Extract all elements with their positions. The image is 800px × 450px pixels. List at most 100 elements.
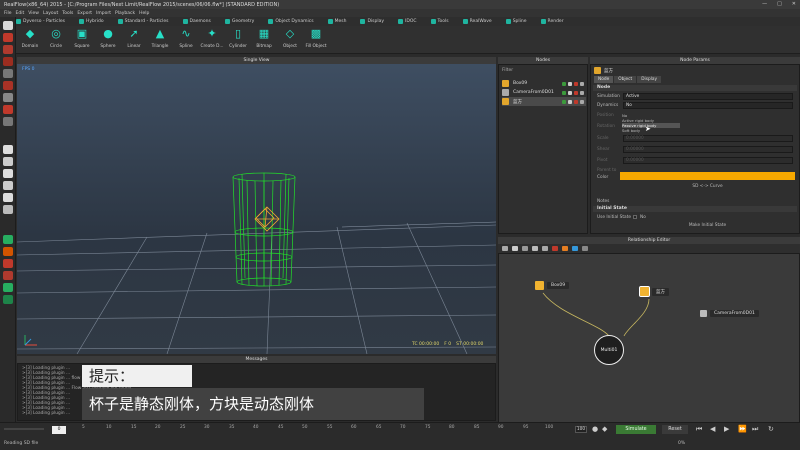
tab-spline[interactable]: Spline	[505, 19, 527, 24]
end-frame-field[interactable]: 100	[575, 426, 587, 433]
menu-import[interactable]: Import	[96, 11, 111, 16]
play-icon[interactable]: ▶	[724, 425, 729, 434]
tool-square[interactable]: ▣ Square	[68, 28, 96, 50]
rel-emitter-icon[interactable]	[562, 246, 568, 251]
tab-tools[interactable]: Tools	[430, 19, 449, 24]
make-initial-state-button[interactable]: Make Initial State	[620, 223, 795, 228]
move-tool-icon[interactable]	[3, 33, 13, 42]
tab-daemons[interactable]: Daemons	[182, 19, 211, 24]
param-dynamics[interactable]: Dynamics No	[593, 101, 797, 110]
rel-node-multi[interactable]: Multi01	[594, 335, 624, 365]
tab-realwave[interactable]: RealWave	[462, 19, 492, 24]
export-icon[interactable]	[574, 81, 578, 86]
tool-triangle[interactable]: ▲ Triangle	[146, 28, 174, 50]
step-back-icon[interactable]: ◀	[710, 425, 715, 434]
menu-export[interactable]: Export	[77, 11, 92, 16]
relationship-canvas[interactable]	[498, 253, 800, 433]
pivot-tool-icon[interactable]	[3, 69, 13, 78]
section-initial-state[interactable]: Initial State	[593, 206, 797, 212]
misc-tool-icon[interactable]	[3, 117, 13, 126]
rel-unlink-icon[interactable]	[532, 246, 538, 251]
param-simulation[interactable]: Simulation Active	[593, 92, 797, 101]
tool-linear[interactable]: ➚ Linear	[120, 28, 148, 50]
render-flag-icon[interactable]	[580, 81, 584, 86]
export-icon[interactable]	[574, 90, 578, 95]
record-icon[interactable]: ●	[592, 425, 598, 434]
tool-sphere[interactable]: ● Sphere	[94, 28, 122, 50]
rel-select-icon[interactable]	[502, 246, 508, 251]
rel-node-box09[interactable]: Box09	[535, 281, 570, 290]
rotate-tool-icon[interactable]	[3, 45, 13, 54]
node-item-camera[interactable]: CameraFrom0D01	[502, 88, 586, 97]
cube-tool-icon[interactable]	[3, 145, 13, 154]
sphere-tool-icon[interactable]	[3, 193, 13, 202]
keyframe-icon[interactable]: ◆	[602, 425, 607, 434]
tool-circle[interactable]: ◎ Circle	[42, 28, 70, 50]
visible-icon[interactable]	[562, 99, 566, 104]
rel-frame-icon[interactable]	[512, 246, 518, 251]
param-notes[interactable]: Notes	[593, 197, 797, 206]
tool-bitmap[interactable]: ▦ Bitmap	[250, 28, 278, 50]
tab-hybrido[interactable]: Hybrido	[78, 19, 104, 24]
minimize-button[interactable]: —	[762, 1, 767, 7]
tab-standard-particles[interactable]: Standard - Particles	[117, 19, 169, 24]
timeline-track[interactable]	[4, 428, 44, 430]
rel-delete-icon[interactable]	[552, 246, 558, 251]
menu-edit[interactable]: Edit	[16, 11, 25, 16]
tab-object-dynamics[interactable]: Object Dynamics	[268, 19, 314, 24]
loop-icon[interactable]: ↻	[768, 425, 774, 434]
sd-curve-label[interactable]: SD <-> Curve	[620, 184, 795, 189]
tool-domain[interactable]: ◆ Domain	[16, 28, 44, 50]
use-initial-checkbox[interactable]	[633, 215, 637, 219]
node-item-box09[interactable]: Box09	[502, 79, 586, 88]
brush-tool-icon[interactable]	[3, 105, 13, 114]
tab-display-params[interactable]: Display	[637, 76, 662, 83]
link-tool-icon[interactable]	[3, 93, 13, 102]
scale-tool-icon[interactable]	[3, 57, 13, 66]
green-tool-icon[interactable]	[3, 235, 13, 244]
reset-button[interactable]: Reset	[662, 425, 688, 434]
menu-view[interactable]: View	[28, 11, 39, 16]
tab-display[interactable]: Display	[360, 19, 384, 24]
cone-tool-icon[interactable]	[3, 181, 13, 190]
node-item-blue[interactable]: 蓝方	[502, 97, 586, 106]
menu-help[interactable]: Help	[139, 11, 149, 16]
menu-file[interactable]: File	[4, 11, 12, 16]
red-tool-icon-2[interactable]	[3, 271, 13, 280]
rel-camera-icon[interactable]	[582, 246, 588, 251]
skip-end-icon[interactable]: ⏭	[752, 425, 758, 434]
tool-object[interactable]: ◇ Object	[276, 28, 304, 50]
tab-dyverso[interactable]: Dyverso - Particles	[16, 19, 65, 24]
tool-spline[interactable]: ∿ Spline	[172, 28, 200, 50]
step-forward-icon[interactable]: ⏩	[738, 425, 747, 434]
rel-daemon-icon[interactable]	[572, 246, 578, 251]
rel-node-camera[interactable]: CameraFrom0D01	[700, 310, 759, 317]
export-icon[interactable]	[574, 99, 578, 104]
tab-geometry[interactable]: Geometry	[224, 19, 254, 24]
tool-create-d[interactable]: ✦ Create D...	[198, 28, 226, 50]
rel-link-icon[interactable]	[522, 246, 528, 251]
select-tool-icon[interactable]	[3, 21, 13, 30]
tool-cylinder[interactable]: ▯ Cylinder	[224, 28, 252, 50]
cylinder-tool-icon[interactable]	[3, 169, 13, 178]
tool-fill-object[interactable]: ▩ Fill Object	[302, 28, 330, 50]
viewport[interactable]	[17, 57, 496, 354]
tab-node[interactable]: Node	[594, 76, 614, 83]
render-flag-icon[interactable]	[580, 99, 584, 104]
lock-icon[interactable]	[568, 90, 572, 95]
nodes-filter[interactable]: Filter	[502, 68, 587, 73]
visible-icon[interactable]	[562, 90, 566, 95]
render-flag-icon[interactable]	[580, 90, 584, 95]
lock-icon[interactable]	[568, 99, 572, 104]
menu-layout[interactable]: Layout	[43, 11, 58, 16]
menu-playback[interactable]: Playback	[115, 11, 135, 16]
color-swatch[interactable]	[620, 172, 795, 180]
export-tool-icon[interactable]	[3, 295, 13, 304]
red-tool-icon[interactable]	[3, 259, 13, 268]
simulate-button[interactable]: Simulate	[616, 425, 656, 434]
save-tool-icon[interactable]	[3, 283, 13, 292]
tab-mesh[interactable]: Mesh	[327, 19, 346, 24]
visible-icon[interactable]	[562, 81, 566, 86]
maximize-button[interactable]: □	[777, 1, 782, 7]
camera-tool-icon[interactable]	[3, 81, 13, 90]
